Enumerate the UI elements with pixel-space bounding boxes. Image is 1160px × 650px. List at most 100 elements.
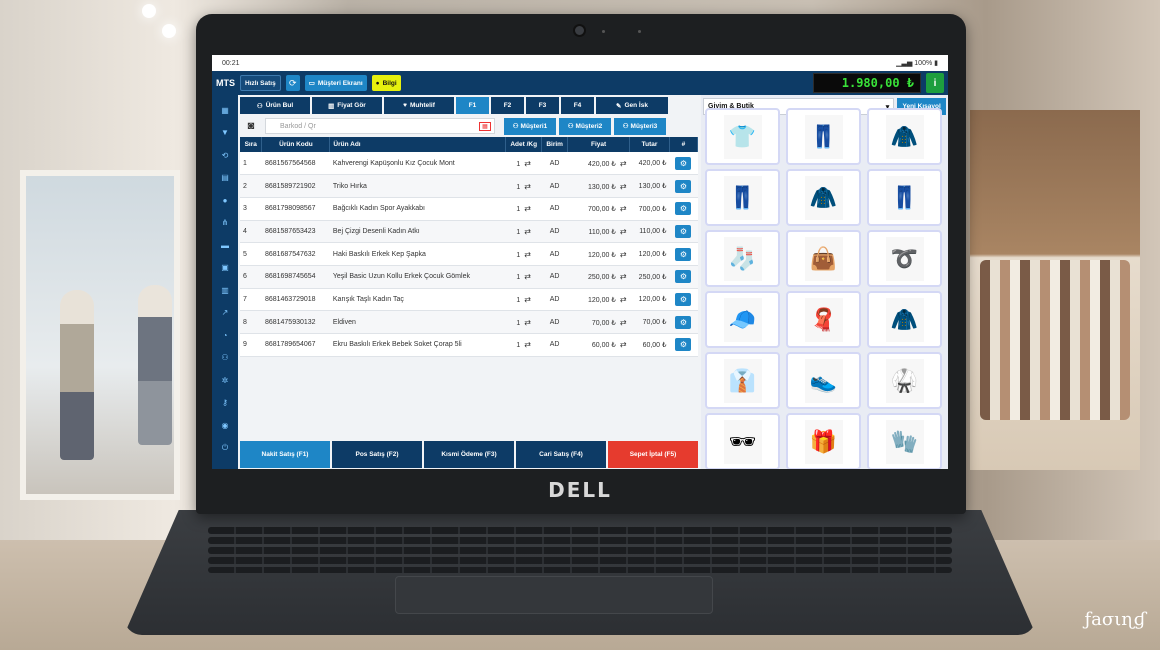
keyboard [208, 537, 952, 544]
row-settings-icon[interactable]: ⚙ [675, 247, 692, 261]
table-row[interactable]: 9 8681789654067 Ekru Baskılı Erkek Bebek S… [240, 333, 698, 357]
swap-icon[interactable]: ⇄ [620, 204, 627, 213]
product-tile[interactable]: 🧥 [867, 291, 942, 348]
refresh-icon[interactable]: ⟳ [285, 75, 300, 91]
customer2-button[interactable]: ⚇ Müşteri2 [559, 117, 611, 135]
cart-icon[interactable]: ▼ [212, 122, 238, 145]
row-settings-icon[interactable]: ⚙ [675, 270, 692, 284]
gears-icon[interactable]: ✲ [212, 369, 238, 392]
power-icon[interactable]: ⏻ [212, 437, 238, 460]
swap-icon[interactable]: ⇄ [524, 227, 531, 236]
bar-chart-icon[interactable]: ▥ [212, 279, 238, 302]
grid-icon[interactable]: ▦ [212, 99, 238, 122]
laptop-brand-logo: DELL [548, 478, 612, 502]
swap-icon[interactable]: ⇄ [524, 272, 531, 281]
product-tile[interactable]: 👜 [786, 230, 861, 287]
keyboard-icon[interactable]: ▦ [479, 122, 491, 131]
swap-icon[interactable]: ⇄ [620, 182, 627, 191]
row-settings-icon[interactable]: ⚙ [675, 338, 692, 352]
row-settings-icon[interactable]: ⚙ [675, 315, 692, 329]
swap-icon[interactable]: ⇄ [524, 340, 531, 349]
table-row[interactable]: 5 8681687547632 Haki Baskılı Erkek Kep Şap… [240, 242, 698, 266]
table-row[interactable]: 4 8681587653423 Bej Çizgi Desenli Kadın At… [240, 220, 698, 244]
product-tile[interactable]: 👖 [786, 108, 861, 165]
swap-icon[interactable]: ⇄ [524, 204, 531, 213]
product-tile[interactable]: 🧦 [705, 230, 780, 287]
product-tile[interactable]: 👟 [786, 352, 861, 409]
pos-sale-button[interactable]: Pos Satış (F2) [332, 441, 422, 468]
line-chart-icon[interactable]: ↗ [212, 302, 238, 325]
f3-button[interactable]: F3 [526, 97, 559, 114]
product-tile[interactable]: ➰ [867, 230, 942, 287]
swap-icon[interactable]: ⇄ [524, 250, 531, 259]
key-icon[interactable]: ⚷ [212, 392, 238, 415]
product-tile[interactable]: 🎁 [786, 413, 861, 469]
swap-icon[interactable]: ⇄ [620, 250, 627, 259]
f2-button[interactable]: F2 [491, 97, 524, 114]
cell-unit: AD [549, 341, 560, 349]
cancel-cart-button[interactable]: Sepet İptal (F5) [608, 441, 698, 468]
swap-icon[interactable]: ⇄ [620, 318, 627, 327]
swap-icon[interactable]: ⇄ [524, 318, 531, 327]
table-row[interactable]: 7 8681463729018 Karışık Taşlı Kadın Taç 1 ⇄ A… [240, 288, 698, 312]
misc-button[interactable]: ♥ Muhtelif [384, 97, 454, 114]
swap-icon[interactable]: ⇄ [620, 272, 627, 281]
product-tile[interactable]: 🧢 [705, 291, 780, 348]
quick-sale-tab[interactable]: Hızlı Satış [240, 75, 281, 91]
product-tile[interactable]: 🥋 [867, 352, 942, 409]
table-row[interactable]: 2 8681589721902 Triko Hırka 1 ⇄ AD 130,00 ₺ ⇄ 13… [240, 174, 698, 198]
hoodie-image: 🧥 [804, 175, 843, 220]
swap-icon[interactable]: ⇄ [620, 340, 627, 349]
price-check-button[interactable]: ▥ Fiyat Gör [312, 97, 382, 114]
f1-button[interactable]: F1 [456, 97, 489, 114]
barcode-input[interactable]: Barkod / Qr ▦ [265, 118, 495, 134]
cell-code: 8681567564568 [264, 159, 316, 167]
product-tile[interactable]: 👔 [705, 352, 780, 409]
row-settings-icon[interactable]: ⚙ [675, 202, 692, 216]
partial-payment-button[interactable]: Kısmi Ödeme (F3) [424, 441, 514, 468]
row-settings-icon[interactable]: ⚙ [675, 179, 692, 193]
document-icon[interactable]: ▤ [212, 167, 238, 190]
product-tile[interactable]: 🕶 [705, 413, 780, 469]
find-product-button[interactable]: ⚇ Ürün Bul [240, 97, 310, 114]
product-tile[interactable]: 🧣 [786, 291, 861, 348]
pie-chart-icon[interactable]: ◔ [212, 324, 238, 347]
customer-screen-button[interactable]: ▭ Müşteri Ekranı [304, 75, 367, 91]
row-settings-icon[interactable]: ⚙ [675, 292, 692, 306]
product-tile[interactable]: 🧥 [867, 108, 942, 165]
swap-icon[interactable]: ⇄ [620, 227, 627, 236]
sitemap-icon[interactable]: ⋔ [212, 212, 238, 235]
product-tile[interactable]: 🧤 [867, 413, 942, 469]
row-settings-icon[interactable]: ⚙ [675, 224, 692, 238]
product-tile[interactable]: 🧥 [786, 169, 861, 226]
f4-button[interactable]: F4 [561, 97, 594, 114]
product-tile[interactable]: 👖 [705, 169, 780, 226]
swap-icon[interactable]: ⇄ [524, 159, 531, 168]
account-sale-button[interactable]: Cari Satış (F4) [516, 441, 606, 468]
row-settings-icon[interactable]: ⚙ [675, 156, 692, 170]
product-tile[interactable]: 👕 [705, 108, 780, 165]
table-row[interactable]: 3 8681798098567 Bağcıklı Kadın Spor Ayakka… [240, 197, 698, 221]
users-icon[interactable]: ⚇ [212, 347, 238, 370]
camera-icon[interactable]: ◙ [240, 117, 262, 135]
customer3-button[interactable]: ⚇ Müşteri3 [614, 117, 666, 135]
table-row[interactable]: 8 8681475930132 Eldiven 1 ⇄ AD 70,00 ₺ ⇄ 70,00 ₺… [240, 310, 698, 334]
table-row[interactable]: 1 8681567564568 Kahverengi Kapüşonlu Kız Ç… [240, 152, 698, 176]
product-tile[interactable]: 👖 [867, 169, 942, 226]
truck-icon[interactable]: ▬ [212, 234, 238, 257]
customer1-button[interactable]: ⚇ Müşteri1 [504, 117, 556, 135]
total-info-icon[interactable]: i [926, 73, 944, 93]
swap-icon[interactable]: ⇄ [524, 295, 531, 304]
general-discount-button[interactable]: ✎ Gen İsk [596, 97, 668, 114]
swap-icon[interactable]: ⇄ [620, 295, 627, 304]
eye-icon[interactable]: ◉ [212, 414, 238, 437]
user-icon[interactable]: ● [212, 189, 238, 212]
calculator-icon[interactable]: ▣ [212, 257, 238, 280]
keyboard [208, 557, 952, 564]
swap-icon[interactable]: ⇄ [524, 182, 531, 191]
table-row[interactable]: 6 8681698745654 Yeşil Basic Uzun Kollu Erk… [240, 265, 698, 289]
sync-icon[interactable]: ⟲ [212, 144, 238, 167]
swap-icon[interactable]: ⇄ [620, 159, 627, 168]
cash-sale-button[interactable]: Nakit Satış (F1) [240, 441, 330, 468]
info-button[interactable]: ● Bilgi [371, 75, 401, 91]
